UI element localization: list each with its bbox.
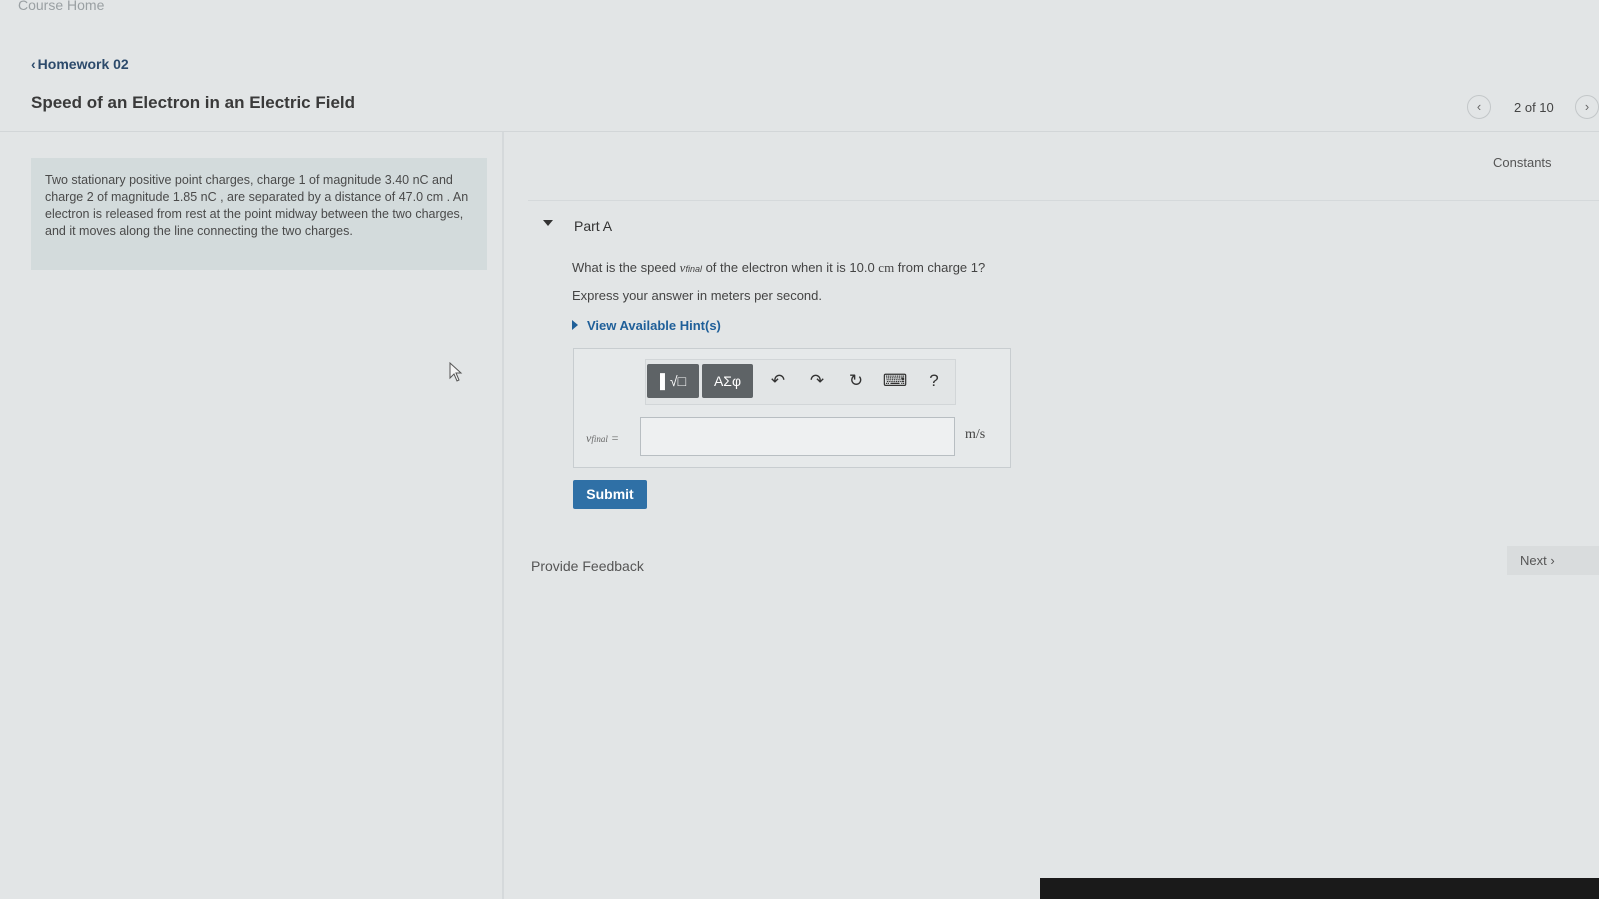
symbols-button[interactable]: ΑΣφ: [702, 364, 753, 398]
collapse-triangle-icon[interactable]: [543, 220, 553, 226]
chevron-right-icon: ›: [1550, 553, 1555, 568]
answer-panel: ▌√□ ΑΣφ ↶ ↷ ↻ ⌨ ? vfinal = m/s: [573, 348, 1011, 468]
back-to-assignment-link[interactable]: ‹ Homework 02: [31, 56, 129, 72]
templates-button[interactable]: ▌√□: [647, 364, 699, 398]
keyboard-icon[interactable]: ⌨: [881, 366, 909, 396]
item-pager: ‹ 2 of 10 ›: [1467, 95, 1599, 119]
answer-instruction: Express your answer in meters per second…: [572, 288, 822, 303]
hints-label: View Available Hint(s): [587, 318, 721, 333]
help-icon[interactable]: ?: [920, 366, 948, 396]
chevron-left-icon: ‹: [1476, 99, 1482, 114]
submit-button[interactable]: Submit: [573, 480, 647, 509]
question-text: What is the speed vfinal of the electron…: [572, 260, 985, 276]
answer-equals: =: [607, 431, 619, 445]
next-item-button[interactable]: ›: [1575, 95, 1599, 119]
item-counter: 2 of 10: [1514, 100, 1554, 115]
math-toolbar: ▌√□ ΑΣφ ↶ ↷ ↻ ⌨ ?: [645, 359, 956, 405]
back-link-label: Homework 02: [37, 56, 129, 72]
expand-triangle-icon: [572, 320, 578, 330]
reset-icon[interactable]: ↻: [842, 366, 870, 396]
next-label: Next: [1520, 553, 1547, 568]
answer-variable-subscript: final: [591, 434, 608, 444]
part-label: Part A: [574, 218, 613, 234]
chevron-right-icon: ›: [1584, 99, 1590, 114]
answer-unit: m/s: [965, 427, 986, 442]
header-divider: [0, 131, 1599, 132]
view-hints-toggle[interactable]: View Available Hint(s): [572, 318, 721, 333]
question-suffix: from charge 1?: [894, 260, 986, 275]
provide-feedback-link[interactable]: Provide Feedback: [531, 558, 644, 574]
question-prefix: What is the speed: [572, 260, 680, 275]
question-variable-subscript: final: [685, 264, 702, 274]
problem-statement: Two stationary positive point charges, c…: [31, 158, 487, 270]
constants-link[interactable]: Constants: [1493, 155, 1552, 170]
previous-item-button[interactable]: ‹: [1467, 95, 1491, 119]
page-title: Speed of an Electron in an Electric Fiel…: [31, 93, 356, 112]
undo-icon[interactable]: ↶: [764, 366, 792, 396]
next-button[interactable]: Next ›: [1507, 546, 1599, 575]
redo-icon[interactable]: ↷: [803, 366, 831, 396]
mouse-pointer-icon: [449, 362, 463, 382]
answer-variable-label: vfinal =: [586, 431, 619, 446]
question-unit: cm: [878, 260, 895, 275]
chevron-left-icon: ‹: [31, 56, 36, 72]
part-divider: [528, 200, 1599, 201]
top-bar: Course Home: [0, 0, 1599, 14]
question-middle: of the electron when it is 10.0: [701, 260, 879, 275]
problem-text: Two stationary positive point charges, c…: [45, 173, 469, 238]
column-divider: [502, 132, 504, 899]
answer-input[interactable]: [640, 417, 955, 456]
screen-bezel: [1040, 878, 1599, 899]
course-home-link[interactable]: Course Home: [18, 0, 104, 13]
